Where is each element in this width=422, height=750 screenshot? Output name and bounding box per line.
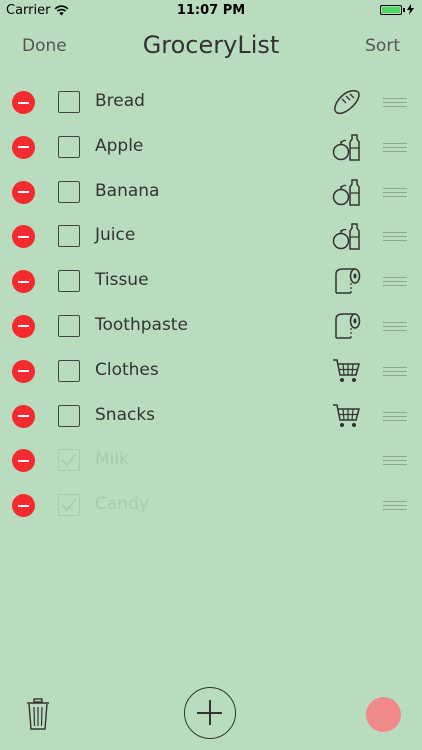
item-checkbox[interactable] [58, 314, 80, 337]
item-checkbox[interactable] [58, 91, 80, 113]
charging-bolt-icon [407, 4, 414, 15]
item-checkbox[interactable] [58, 135, 80, 158]
toilet-paper-icon [331, 311, 361, 341]
list-item[interactable]: Candy [0, 483, 422, 528]
item-label: Milk [95, 449, 129, 470]
item-label: Tissue [95, 270, 149, 291]
battery-nub [403, 7, 405, 12]
item-label: Juice [95, 225, 136, 246]
cart-icon [331, 401, 361, 431]
list-item[interactable]: Apple [0, 125, 422, 170]
item-label: Banana [95, 180, 160, 201]
item-label: Toothpaste [95, 314, 188, 335]
delete-item-button[interactable] [12, 270, 35, 294]
item-label: Snacks [95, 404, 156, 425]
delete-item-button[interactable] [12, 225, 35, 249]
groceries-icon [331, 221, 361, 251]
list-item[interactable]: Milk [0, 438, 422, 483]
reorder-handle-icon[interactable] [383, 456, 407, 466]
groceries-icon [331, 177, 361, 207]
reorder-handle-icon[interactable] [383, 232, 407, 242]
reorder-handle-icon[interactable] [383, 187, 407, 198]
status-time: 11:07 PM [176, 3, 246, 18]
bread-icon [331, 87, 361, 117]
item-label: Apple [95, 135, 144, 156]
item-checkbox[interactable] [58, 494, 80, 517]
list-item[interactable]: Snacks [0, 394, 422, 439]
reorder-handle-icon[interactable] [383, 321, 407, 332]
item-label: Clothes [95, 359, 159, 380]
delete-item-button[interactable] [12, 314, 35, 338]
list-item[interactable]: Tissue [0, 259, 422, 304]
delete-item-button[interactable] [12, 135, 35, 159]
add-item-button[interactable] [184, 687, 236, 739]
list-item[interactable]: Bread [0, 80, 422, 125]
delete-item-button[interactable] [12, 404, 35, 428]
page-title: GroceryList [142, 31, 280, 59]
reorder-handle-icon[interactable] [383, 277, 407, 287]
trash-icon[interactable] [25, 698, 51, 730]
reorder-handle-icon[interactable] [383, 411, 407, 422]
cart-icon [331, 356, 361, 386]
groceries-icon [331, 132, 361, 162]
item-checkbox[interactable] [58, 270, 80, 293]
item-label: Candy [95, 494, 149, 515]
reorder-handle-icon[interactable] [383, 501, 407, 511]
item-checkbox[interactable] [58, 225, 80, 248]
item-checkbox[interactable] [58, 359, 80, 382]
sort-button[interactable]: Sort [365, 36, 400, 56]
grocery-list: Bread Apple Banana Juice Tissue Toothpaste Clo… [0, 80, 422, 528]
list-item[interactable]: Banana [0, 170, 422, 215]
delete-item-button[interactable] [12, 494, 35, 518]
delete-item-button[interactable] [12, 359, 35, 383]
list-item[interactable]: Clothes [0, 349, 422, 394]
nav-bar: Done GroceryList Sort [0, 22, 422, 72]
list-item[interactable]: Juice [0, 214, 422, 259]
status-right [380, 4, 414, 15]
status-bar: Carrier 11:07 PM [0, 0, 422, 22]
reorder-handle-icon[interactable] [383, 366, 407, 377]
checkmark-icon [61, 498, 77, 512]
battery-level [382, 6, 400, 13]
toilet-paper-icon [331, 266, 361, 296]
delete-item-button[interactable] [12, 91, 35, 114]
item-checkbox[interactable] [58, 404, 80, 427]
color-dot-button[interactable] [366, 697, 401, 732]
reorder-handle-icon[interactable] [383, 142, 407, 153]
list-item[interactable]: Toothpaste [0, 304, 422, 349]
reorder-handle-icon[interactable] [383, 98, 407, 108]
delete-item-button[interactable] [12, 449, 35, 473]
item-checkbox[interactable] [58, 449, 80, 472]
item-label: Bread [95, 91, 145, 111]
item-checkbox[interactable] [58, 180, 80, 203]
delete-item-button[interactable] [12, 180, 35, 204]
battery-icon [380, 4, 402, 15]
checkmark-icon [61, 453, 77, 467]
